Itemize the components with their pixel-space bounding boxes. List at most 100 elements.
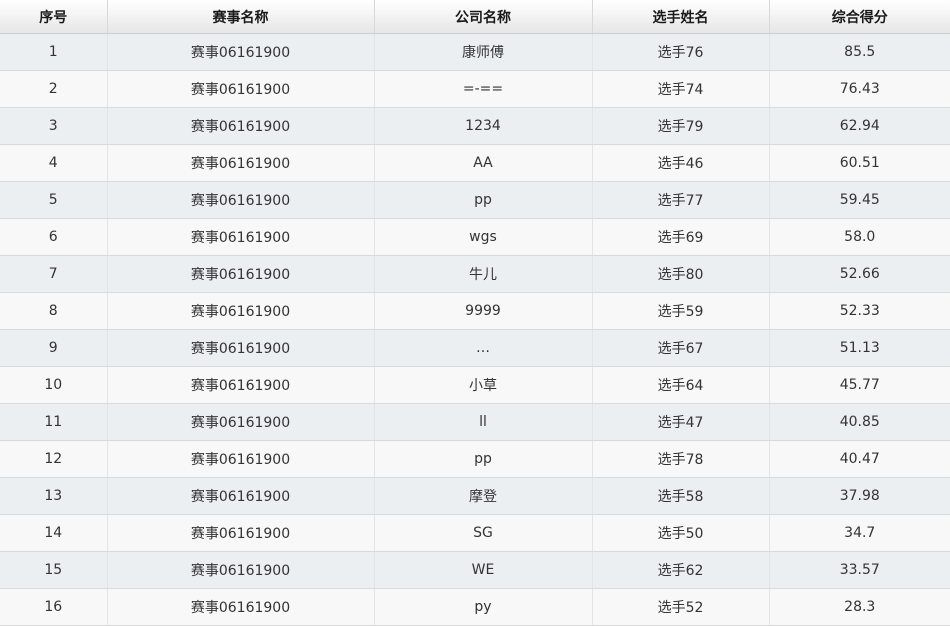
- cell-total-score: 58.0: [768, 218, 950, 256]
- table-row[interactable]: 15 赛事06161900 WE 选手62 33.57: [0, 551, 950, 589]
- cell-event-name: 赛事06161900: [106, 440, 374, 478]
- cell-player-name: 选手64: [591, 366, 769, 404]
- header-event-name[interactable]: 赛事名称: [106, 0, 374, 34]
- header-index[interactable]: 序号: [0, 0, 107, 34]
- cell-index: 3: [0, 107, 107, 145]
- cell-event-name: 赛事06161900: [106, 366, 374, 404]
- cell-total-score: 40.47: [768, 440, 950, 478]
- table-row[interactable]: 1 赛事06161900 康师傅 选手76 85.5: [0, 33, 950, 71]
- cell-event-name: 赛事06161900: [106, 255, 374, 293]
- cell-player-name: 选手47: [591, 403, 769, 441]
- cell-company-name: AA: [373, 144, 592, 182]
- cell-player-name: 选手80: [591, 255, 769, 293]
- cell-company-name: =-==: [373, 70, 592, 108]
- cell-index: 12: [0, 440, 107, 478]
- cell-company-name: 摩登: [373, 477, 592, 515]
- ranking-table-container: 序号 赛事名称 公司名称 选手姓名 综合得分 1 赛事06161900 康师傅 选手7…: [0, 0, 950, 626]
- header-company-name[interactable]: 公司名称: [373, 0, 592, 34]
- cell-index: 11: [0, 403, 107, 441]
- cell-total-score: 52.33: [768, 292, 950, 330]
- cell-event-name: 赛事06161900: [106, 70, 374, 108]
- cell-total-score: 52.66: [768, 255, 950, 293]
- cell-index: 6: [0, 218, 107, 256]
- cell-player-name: 选手67: [591, 329, 769, 367]
- cell-event-name: 赛事06161900: [106, 107, 374, 145]
- cell-player-name: 选手52: [591, 588, 769, 626]
- cell-total-score: 76.43: [768, 70, 950, 108]
- cell-company-name: SG: [373, 514, 592, 552]
- cell-company-name: 1234: [373, 107, 592, 145]
- table-row[interactable]: 12 赛事06161900 pp 选手78 40.47: [0, 440, 950, 478]
- table-row[interactable]: 11 赛事06161900 ll 选手47 40.85: [0, 403, 950, 441]
- cell-player-name: 选手58: [591, 477, 769, 515]
- table-header: 序号 赛事名称 公司名称 选手姓名 综合得分: [0, 0, 950, 34]
- cell-total-score: 85.5: [768, 33, 950, 71]
- table-row[interactable]: 2 赛事06161900 =-== 选手74 76.43: [0, 70, 950, 108]
- table-row[interactable]: 3 赛事06161900 1234 选手79 62.94: [0, 107, 950, 145]
- cell-index: 15: [0, 551, 107, 589]
- cell-player-name: 选手79: [591, 107, 769, 145]
- cell-index: 5: [0, 181, 107, 219]
- cell-total-score: 51.13: [768, 329, 950, 367]
- table-row[interactable]: 13 赛事06161900 摩登 选手58 37.98: [0, 477, 950, 515]
- cell-total-score: 33.57: [768, 551, 950, 589]
- ranking-table: 序号 赛事名称 公司名称 选手姓名 综合得分 1 赛事06161900 康师傅 选手7…: [0, 0, 950, 626]
- cell-player-name: 选手62: [591, 551, 769, 589]
- cell-player-name: 选手50: [591, 514, 769, 552]
- cell-total-score: 37.98: [768, 477, 950, 515]
- cell-index: 7: [0, 255, 107, 293]
- header-total-score[interactable]: 综合得分: [768, 0, 950, 34]
- table-row[interactable]: 16 赛事06161900 py 选手52 28.3: [0, 588, 950, 626]
- cell-company-name: pp: [373, 440, 592, 478]
- table-body: 1 赛事06161900 康师傅 选手76 85.5 2 赛事06161900 =-== 选手7…: [0, 33, 950, 626]
- cell-index: 16: [0, 588, 107, 626]
- cell-event-name: 赛事06161900: [106, 181, 374, 219]
- cell-index: 10: [0, 366, 107, 404]
- table-row[interactable]: 9 赛事06161900… 选手67 51.13: [0, 329, 950, 367]
- cell-event-name: 赛事06161900: [106, 329, 374, 367]
- cell-event-name: 赛事06161900: [106, 514, 374, 552]
- cell-company-name: 牛儿: [373, 255, 592, 293]
- table-row[interactable]: 7 赛事06161900 牛儿 选手80 52.66: [0, 255, 950, 293]
- cell-event-name: 赛事06161900: [106, 403, 374, 441]
- cell-index: 8: [0, 292, 107, 330]
- cell-total-score: 45.77: [768, 366, 950, 404]
- cell-company-name: WE: [373, 551, 592, 589]
- cell-index: 4: [0, 144, 107, 182]
- cell-event-name: 赛事06161900: [106, 477, 374, 515]
- cell-player-name: 选手69: [591, 218, 769, 256]
- cell-total-score: 59.45: [768, 181, 950, 219]
- cell-player-name: 选手59: [591, 292, 769, 330]
- cell-company-name: py: [373, 588, 592, 626]
- table-row[interactable]: 6 赛事06161900 wgs 选手69 58.0: [0, 218, 950, 256]
- cell-total-score: 34.7: [768, 514, 950, 552]
- cell-index: 2: [0, 70, 107, 108]
- cell-company-name: 9999: [373, 292, 592, 330]
- header-row: 序号 赛事名称 公司名称 选手姓名 综合得分: [0, 0, 950, 34]
- table-row[interactable]: 10 赛事06161900 小草 选手64 45.77: [0, 366, 950, 404]
- cell-event-name: 赛事06161900: [106, 33, 374, 71]
- cell-player-name: 选手78: [591, 440, 769, 478]
- cell-company-name: wgs: [373, 218, 592, 256]
- cell-total-score: 40.85: [768, 403, 950, 441]
- cell-total-score: 60.51: [768, 144, 950, 182]
- cell-company-name: ll: [373, 403, 592, 441]
- cell-index: 13: [0, 477, 107, 515]
- cell-company-name: pp: [373, 181, 592, 219]
- cell-company-name: …: [373, 329, 592, 367]
- cell-total-score: 28.3: [768, 588, 950, 626]
- table-row[interactable]: 4 赛事06161900 AA 选手46 60.51: [0, 144, 950, 182]
- cell-event-name: 赛事06161900: [106, 218, 374, 256]
- table-row[interactable]: 8 赛事06161900 9999 选手59 52.33: [0, 292, 950, 330]
- table-row[interactable]: 5 赛事06161900 pp 选手77 59.45: [0, 181, 950, 219]
- cell-index: 1: [0, 33, 107, 71]
- table-row[interactable]: 14 赛事06161900 SG 选手50 34.7: [0, 514, 950, 552]
- cell-index: 9: [0, 329, 107, 367]
- cell-event-name: 赛事06161900: [106, 551, 374, 589]
- cell-player-name: 选手76: [591, 33, 769, 71]
- cell-player-name: 选手46: [591, 144, 769, 182]
- header-player-name[interactable]: 选手姓名: [591, 0, 769, 34]
- cell-company-name: 康师傅: [373, 33, 592, 71]
- cell-event-name: 赛事06161900: [106, 144, 374, 182]
- cell-total-score: 62.94: [768, 107, 950, 145]
